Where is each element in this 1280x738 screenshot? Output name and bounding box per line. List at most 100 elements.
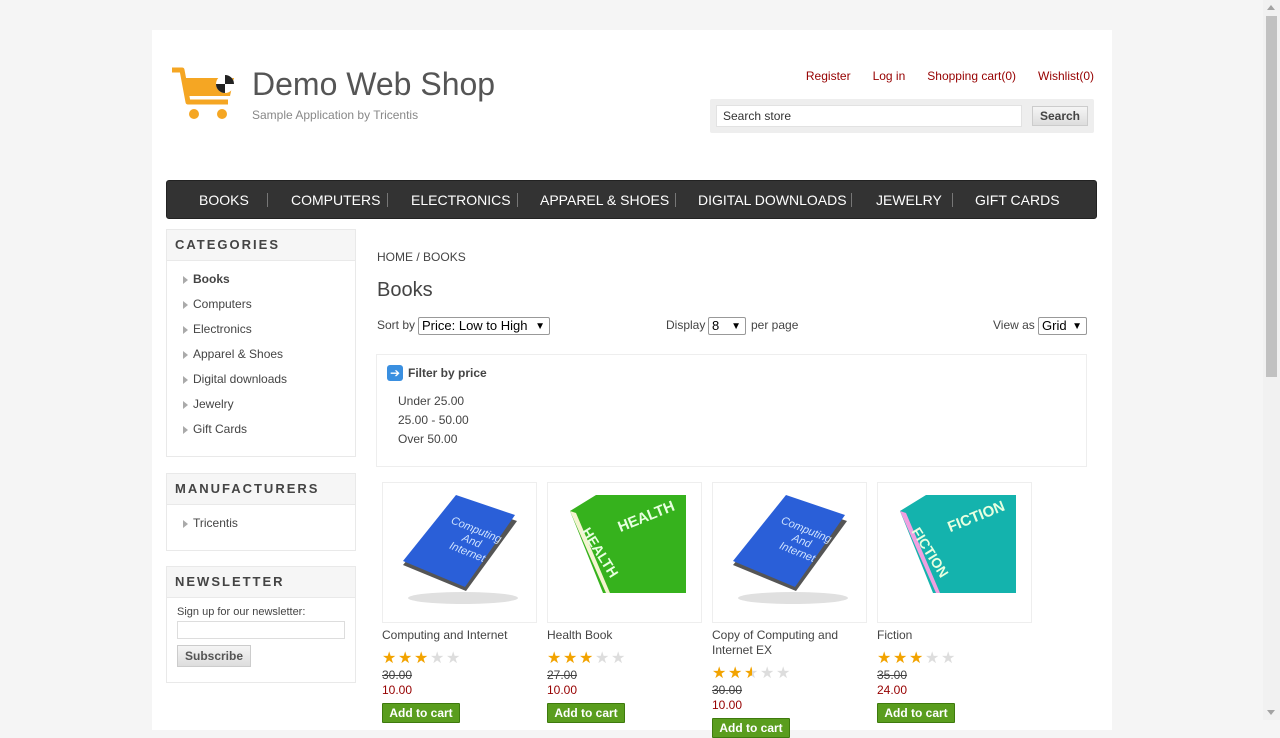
logo-title: Demo Web Shop (252, 66, 496, 102)
manufacturers-list: Tricentis (167, 505, 355, 544)
shopping-cart-link[interactable]: Shopping cart(0) (927, 69, 1016, 83)
sort-select[interactable]: Price: Low to High ▼ (418, 317, 550, 335)
search-box: Search store Search (710, 99, 1094, 133)
product-picture[interactable]: HEALTH HEALTH (547, 482, 702, 623)
product-item: ComputingAndInternet Computing and Inter… (382, 482, 538, 723)
category-item-electronics[interactable]: Electronics (167, 317, 355, 342)
star-icon: ★ (925, 650, 940, 667)
newsletter-email-input[interactable] (177, 621, 345, 639)
category-item-jewelry[interactable]: Jewelry (167, 392, 355, 417)
book-cover-icon: FICTIONFICTION (900, 495, 1016, 593)
category-item-apparel-shoes[interactable]: Apparel & Shoes (167, 342, 355, 367)
product-title[interactable]: Fiction (877, 628, 1033, 643)
nav-separator (952, 193, 953, 207)
arrow-right-icon[interactable]: ➔ (387, 365, 403, 381)
arrow-right-icon (183, 301, 188, 309)
book-cover-icon: ComputingAndInternet (403, 495, 518, 604)
nav-item-books[interactable]: BOOKS (199, 181, 249, 220)
logo[interactable]: Demo Web Shop Sample Application by Tric… (170, 66, 495, 126)
star-icon: ★ (893, 650, 908, 667)
nav-separator (387, 193, 388, 207)
page-scrollbar[interactable] (1263, 0, 1280, 720)
category-item-computers[interactable]: Computers (167, 292, 355, 317)
display-value: 8 (712, 318, 720, 333)
filter-option-over-50[interactable]: Over 50.00 (398, 432, 457, 446)
add-to-cart-button[interactable]: Add to cart (547, 703, 625, 723)
scroll-down-arrow-icon[interactable] (1267, 710, 1275, 715)
star-icon: ★ (776, 665, 791, 682)
star-icon: ★ (728, 665, 743, 682)
nav-item-apparel-shoes[interactable]: APPAREL & SHOES (540, 181, 669, 220)
nav-item-jewelry[interactable]: JEWELRY (876, 181, 942, 220)
per-page-label: per page (751, 318, 799, 332)
subscribe-button[interactable]: Subscribe (177, 645, 251, 667)
product-item: FICTION FICTION Fiction ★ ★ ★ ★ ★ 35.00 24.00… (877, 482, 1033, 723)
product-title[interactable]: Copy of Computing and Internet EX (712, 628, 868, 658)
view-as-label: View as (993, 318, 1035, 332)
breadcrumb-home[interactable]: HOME (377, 250, 413, 264)
add-to-cart-button[interactable]: Add to cart (712, 718, 790, 738)
filter-option-under-25[interactable]: Under 25.00 (398, 394, 464, 408)
categories-list: Books Computers Electronics Apparel & Sh… (167, 261, 355, 450)
display-label: Display (666, 318, 706, 332)
logo-subtitle: Sample Application by Tricentis (252, 108, 419, 122)
category-item-books[interactable]: Books (167, 267, 355, 292)
star-icon: ★ (760, 665, 775, 682)
product-title[interactable]: Health Book (547, 628, 703, 643)
arrow-right-icon (183, 351, 188, 359)
add-to-cart-button[interactable]: Add to cart (382, 703, 460, 723)
login-link[interactable]: Log in (873, 69, 906, 83)
product-picture[interactable]: FICTION FICTION (877, 482, 1032, 623)
actual-price: 10.00 (712, 698, 743, 712)
product-picture[interactable]: ComputingAndInternet (382, 482, 537, 623)
page-container: Demo Web Shop Sample Application by Tric… (152, 30, 1112, 738)
add-to-cart-button[interactable]: Add to cart (877, 703, 955, 723)
product-picture[interactable]: ComputingAndInternet (712, 482, 867, 623)
actual-price: 10.00 (547, 683, 578, 697)
sort-label: Sort by (377, 318, 416, 332)
star-icon: ★ (611, 650, 626, 667)
search-input[interactable]: Search store (716, 105, 1022, 127)
display-select[interactable]: 8 ▼ (708, 317, 746, 335)
nav-separator (675, 193, 676, 207)
star-icon: ★ (595, 650, 610, 667)
breadcrumb-separator: / (416, 250, 420, 264)
old-price: 35.00 (877, 668, 908, 682)
category-item-digital-downloads[interactable]: Digital downloads (167, 367, 355, 392)
product-item: HEALTH HEALTH Health Book ★ ★ ★ ★ ★ 27.00 10.… (547, 482, 703, 723)
search-button[interactable]: Search (1032, 106, 1088, 126)
product-title[interactable]: Computing and Internet (382, 628, 538, 643)
nav-separator (851, 193, 852, 207)
breadcrumb: HOME / BOOKS (377, 250, 466, 264)
categories-block: CATEGORIES Books Computers Electronics A… (166, 229, 356, 457)
newsletter-label: Sign up for our newsletter: (177, 606, 306, 618)
header-links: Register Log in Shopping cart(0) Wishlis… (806, 69, 1094, 83)
top-menu: BOOKS COMPUTERS ELECTRONICS APPAREL & SH… (166, 180, 1097, 219)
filter-option-25-50[interactable]: 25.00 - 50.00 (398, 413, 469, 427)
book-cover-icon: ComputingAndInternet (733, 495, 848, 604)
nav-item-electronics[interactable]: ELECTRONICS (411, 181, 511, 220)
star-icon: ★ (414, 650, 429, 667)
nav-item-gift-cards[interactable]: GIFT CARDS (975, 181, 1060, 220)
nav-separator (267, 193, 268, 207)
view-as-select[interactable]: Grid ▼ (1038, 317, 1087, 335)
product-rating: ★ ★ ★ ★ ★ (877, 651, 1033, 667)
scrollbar-thumb[interactable] (1266, 16, 1277, 377)
manufacturers-block: MANUFACTURERS Tricentis (166, 473, 356, 551)
categories-title: CATEGORIES (167, 230, 355, 261)
category-item-gift-cards[interactable]: Gift Cards (167, 417, 355, 442)
old-price: 27.00 (547, 668, 578, 682)
chevron-down-icon: ▼ (1072, 321, 1082, 332)
wishlist-link[interactable]: Wishlist(0) (1038, 69, 1094, 83)
breadcrumb-current: BOOKS (423, 250, 466, 264)
cart-logo-icon (172, 67, 234, 119)
star-icon: ★ (563, 650, 578, 667)
product-rating: ★ ★ ★ ★ ★ (712, 666, 868, 682)
register-link[interactable]: Register (806, 69, 851, 83)
arrow-right-icon (183, 426, 188, 434)
filter-title[interactable]: Filter by price (408, 366, 487, 380)
manufacturer-item-tricentis[interactable]: Tricentis (167, 511, 355, 536)
nav-item-computers[interactable]: COMPUTERS (291, 181, 380, 220)
scroll-up-arrow-icon[interactable] (1267, 5, 1275, 10)
nav-item-digital-downloads[interactable]: DIGITAL DOWNLOADS (698, 181, 847, 220)
